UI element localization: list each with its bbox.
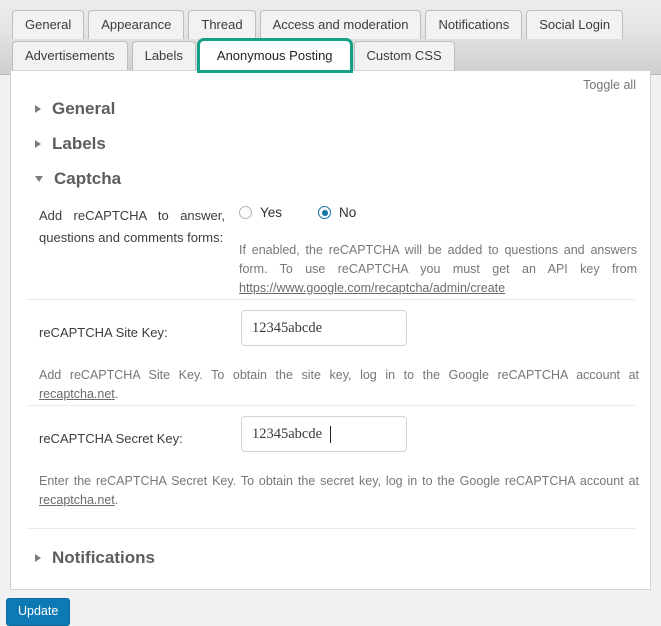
tab-social-login[interactable]: Social Login [526, 10, 624, 39]
secret-key-hint-before: Enter the reCAPTCHA Secret Key. To obtai… [39, 474, 639, 488]
tab-access-and-moderation[interactable]: Access and moderation [259, 10, 422, 39]
field-row-secret-key: reCAPTCHA Secret Key: Enter the reCAPTCH… [11, 406, 650, 528]
tab-anonymous-posting[interactable]: Anonymous Posting [199, 41, 350, 70]
tab-appearance[interactable]: Appearance [88, 10, 185, 39]
radio-dot-no[interactable] [318, 206, 332, 219]
section-title-notifications: Notifications [52, 548, 155, 567]
enable-recaptcha-label: Add reCAPTCHA to answer, questions and c… [39, 208, 225, 245]
tab-row-primary: General Appearance Thread Access and mod… [12, 10, 624, 39]
text-cursor [330, 426, 331, 443]
recaptcha-net-link[interactable]: recaptcha.net [39, 493, 115, 507]
tab-labels[interactable]: Labels [131, 41, 196, 70]
chevron-right-icon [35, 554, 41, 562]
tab-custom-css[interactable]: Custom CSS [353, 41, 455, 70]
section-title-general: General [52, 99, 116, 118]
section-header-notifications[interactable]: Notifications [11, 546, 155, 570]
tab-advertisements[interactable]: Advertisements [12, 41, 128, 70]
site-key-hint: Add reCAPTCHA Site Key. To obtain the si… [39, 366, 639, 404]
captcha-section-body: Add reCAPTCHA to answer, questions and c… [11, 199, 650, 529]
tab-bar: General Appearance Thread Access and mod… [0, 0, 661, 75]
secret-key-hint: Enter the reCAPTCHA Secret Key. To obtai… [39, 472, 639, 510]
radio-label-no: No [339, 205, 357, 220]
chevron-right-icon [35, 105, 41, 113]
enable-recaptcha-hint-text: If enabled, the reCAPTCHA will be added … [239, 243, 637, 276]
section-header-general[interactable]: General [11, 97, 115, 121]
toggle-all-link[interactable]: Toggle all [583, 78, 636, 92]
tab-notifications[interactable]: Notifications [425, 10, 523, 39]
update-button[interactable]: Update [6, 598, 71, 626]
section-title-captcha: Captcha [54, 169, 122, 188]
radio-dot-yes[interactable] [239, 206, 252, 219]
chevron-right-icon [35, 140, 41, 148]
google-recaptcha-admin-link[interactable]: https://www.google.com/recaptcha/admin/c… [239, 281, 505, 295]
secret-key-input[interactable] [241, 416, 407, 452]
secret-key-hint-after: . [114, 493, 119, 507]
secret-key-label: reCAPTCHA Secret Key: [39, 431, 183, 446]
site-key-hint-before: Add reCAPTCHA Site Key. To obtain the si… [39, 368, 639, 382]
recaptcha-net-link[interactable]: recaptcha.net [39, 387, 115, 401]
enable-recaptcha-radio-group: Yes No [239, 205, 356, 220]
site-key-label: reCAPTCHA Site Key: [39, 325, 168, 340]
section-title-labels: Labels [52, 134, 106, 153]
site-key-input[interactable] [241, 310, 407, 346]
tab-row-secondary: Advertisements Labels Anonymous Posting … [12, 41, 455, 70]
section-header-captcha[interactable]: Captcha [11, 167, 121, 191]
section-header-labels[interactable]: Labels [11, 132, 106, 156]
chevron-down-icon [35, 176, 43, 182]
divider [27, 528, 636, 529]
site-key-hint-after: . [114, 387, 119, 401]
radio-option-yes[interactable]: Yes [239, 205, 282, 220]
tab-general[interactable]: General [12, 10, 85, 39]
tab-thread[interactable]: Thread [188, 10, 256, 39]
field-row-site-key: reCAPTCHA Site Key: Add reCAPTCHA Site K… [11, 300, 650, 405]
field-row-enable-recaptcha: Add reCAPTCHA to answer, questions and c… [11, 199, 650, 299]
settings-panel: Toggle all General Labels Captcha Add re… [10, 70, 651, 590]
radio-label-yes: Yes [260, 205, 283, 220]
radio-option-no[interactable]: No [318, 205, 356, 220]
enable-recaptcha-hint: If enabled, the reCAPTCHA will be added … [239, 241, 637, 298]
